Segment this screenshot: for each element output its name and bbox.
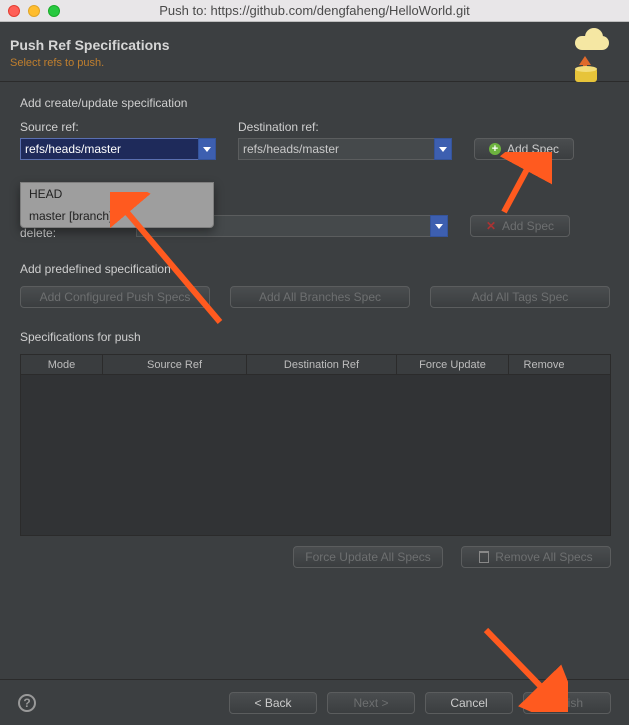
source-ref-input[interactable]: [20, 138, 198, 160]
window-title: Push to: https://github.com/dengfaheng/H…: [0, 3, 629, 18]
chevron-down-icon: [439, 147, 447, 152]
col-source[interactable]: Source Ref: [103, 355, 247, 374]
mac-titlebar: Push to: https://github.com/dengfaheng/H…: [0, 0, 629, 22]
window-controls: [8, 5, 60, 17]
col-force[interactable]: Force Update: [397, 355, 509, 374]
source-ref-dropdown-list[interactable]: HEAD master [branch]: [20, 182, 214, 228]
back-button[interactable]: < Back: [229, 692, 317, 714]
add-spec-delete-label: Add Spec: [502, 219, 554, 233]
spec-table: Mode Source Ref Destination Ref Force Up…: [20, 354, 611, 536]
table-header: Mode Source Ref Destination Ref Force Up…: [21, 355, 610, 375]
cancel-button[interactable]: Cancel: [425, 692, 513, 714]
remove-all-button: Remove All Specs: [461, 546, 611, 568]
col-mode[interactable]: Mode: [21, 355, 103, 374]
dialog-body: Push Ref Specifications Select refs to p…: [0, 22, 629, 725]
zoom-window-icon[interactable]: [48, 5, 60, 17]
help-button[interactable]: ?: [18, 694, 36, 712]
source-ref-label: Source ref:: [20, 120, 216, 134]
minimize-window-icon[interactable]: [28, 5, 40, 17]
add-spec-delete-button: ✕ Add Spec: [470, 215, 570, 237]
add-spec-label: Add Spec: [507, 142, 559, 156]
destination-ref-combo[interactable]: [238, 138, 452, 160]
remote-delete-dropdown-button[interactable]: [430, 215, 448, 237]
push-illustration-icon: [565, 26, 615, 82]
add-spec-create-button[interactable]: + Add Spec: [474, 138, 574, 160]
force-update-all-button: Force Update All Specs: [293, 546, 443, 568]
page-subtitle: Select refs to push.: [10, 57, 613, 69]
destination-ref-label: Destination ref:: [238, 120, 452, 134]
add-all-branches-button: Add All Branches Spec: [230, 286, 410, 308]
add-all-tags-button: Add All Tags Spec: [430, 286, 610, 308]
x-icon: ✕: [486, 219, 496, 233]
predef-section-title: Add predefined specification: [20, 262, 611, 276]
next-button: Next >: [327, 692, 415, 714]
source-ref-dropdown-button[interactable]: [198, 138, 216, 160]
trash-icon: [479, 551, 489, 563]
add-configured-button: Add Configured Push Specs: [20, 286, 210, 308]
plus-icon: +: [489, 143, 501, 155]
destination-ref-input[interactable]: [238, 138, 434, 160]
page-title: Push Ref Specifications: [10, 37, 613, 53]
dialog-header: Push Ref Specifications Select refs to p…: [0, 22, 629, 82]
chevron-down-icon: [435, 224, 443, 229]
col-dest[interactable]: Destination Ref: [247, 355, 397, 374]
create-section-title: Add create/update specification: [20, 96, 611, 110]
close-window-icon[interactable]: [8, 5, 20, 17]
table-body-empty: [21, 375, 610, 535]
col-remove[interactable]: Remove: [509, 355, 579, 374]
chevron-down-icon: [203, 147, 211, 152]
finish-button: Finish: [523, 692, 611, 714]
dialog-footer: ? < Back Next > Cancel Finish: [0, 679, 629, 725]
dropdown-option-master[interactable]: master [branch]: [21, 205, 213, 227]
spec-section-title: Specifications for push: [20, 330, 611, 344]
dropdown-option-head[interactable]: HEAD: [21, 183, 213, 205]
source-ref-combo[interactable]: [20, 138, 216, 160]
destination-ref-dropdown-button[interactable]: [434, 138, 452, 160]
